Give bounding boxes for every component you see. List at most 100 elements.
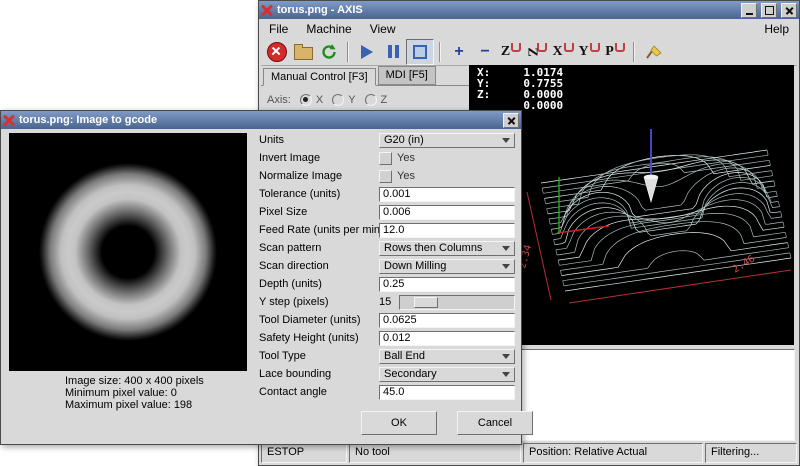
row-safety-height: Safety Height (units) [259, 329, 515, 347]
run-icon [361, 45, 373, 59]
dropdown-arrow-icon [502, 354, 510, 363]
zoom-out-icon: − [480, 44, 489, 60]
axis-toolbar: + − Z Z X Y P [261, 38, 797, 66]
radio-axis-x-label: X [316, 94, 323, 106]
menu-view[interactable]: View [370, 22, 396, 36]
image-info-min: Minimum pixel value: 0 [65, 387, 247, 399]
view-y-button[interactable]: Y [576, 40, 602, 64]
cancel-button[interactable]: Cancel [457, 411, 533, 435]
units-select[interactable]: G20 (in) [379, 133, 515, 148]
open-file-button[interactable] [290, 40, 316, 64]
magnet-icon [564, 43, 574, 52]
axis-titlebar[interactable]: torus.png - AXIS [259, 1, 799, 19]
tool-cone-top [644, 175, 658, 180]
depth-input[interactable] [379, 277, 515, 292]
maximize-button[interactable] [761, 3, 777, 18]
row-units: Units G20 (in) [259, 131, 515, 149]
toolbar-separator [439, 42, 441, 62]
scan-direction-label: Scan direction [259, 260, 377, 272]
torus-image [9, 133, 247, 371]
view-y-icon: Y [578, 44, 588, 60]
normalize-image-checkbox[interactable] [379, 170, 392, 183]
dro-readout: X: 1.0174 Y: 0.7755 Z: 0.0000 0.0000 [477, 67, 563, 111]
dialog-title: torus.png: Image to gcode [19, 114, 499, 126]
stop-icon [413, 45, 427, 59]
y-step-value: 15 [379, 296, 399, 308]
row-tolerance: Tolerance (units) [259, 185, 515, 203]
dropdown-arrow-icon [502, 138, 510, 147]
row-depth: Depth (units) [259, 275, 515, 293]
row-scan-pattern: Scan pattern Rows then Columns [259, 239, 515, 257]
run-button[interactable] [354, 40, 380, 64]
tab-manual-control[interactable]: Manual Control [F3] [263, 68, 376, 86]
view-x-icon: X [552, 44, 562, 60]
pixel-size-input[interactable] [379, 205, 515, 220]
dropdown-arrow-icon [502, 372, 510, 381]
axis-select-row: Axis: X Y Z [267, 94, 469, 106]
status-estop: ESTOP [261, 443, 347, 463]
slider-handle[interactable] [414, 297, 438, 308]
estop-icon [267, 42, 287, 62]
view-z-rotated-button[interactable]: Z [524, 40, 550, 64]
magnet-icon [511, 43, 521, 52]
y-step-slider[interactable] [399, 295, 515, 310]
tool-type-label: Tool Type [259, 350, 377, 362]
lace-bounding-label: Lace bounding [259, 368, 377, 380]
contact-angle-input[interactable] [379, 385, 515, 400]
row-lace-bounding: Lace bounding Secondary [259, 365, 515, 383]
image-info-max: Maximum pixel value: 198 [65, 399, 247, 411]
row-scan-direction: Scan direction Down Milling [259, 257, 515, 275]
view-x-button[interactable]: X [550, 40, 576, 64]
radio-axis-x[interactable] [300, 94, 312, 106]
scan-pattern-value: Rows then Columns [384, 242, 502, 254]
pause-button[interactable] [380, 40, 406, 64]
panel-tabs: Manual Control [F3] MDI [F5] [261, 65, 469, 86]
lace-bounding-value: Secondary [384, 368, 502, 380]
view-z-rotated-icon: Z [524, 47, 540, 56]
pause-icon [388, 45, 399, 58]
menu-machine[interactable]: Machine [306, 22, 351, 36]
tolerance-input[interactable] [379, 187, 515, 202]
radio-axis-y[interactable] [332, 94, 344, 106]
view-perspective-button[interactable]: P [602, 40, 628, 64]
estop-button[interactable] [264, 40, 290, 64]
row-y-step: Y step (pixels) 15 [259, 293, 515, 311]
dialog-close-button[interactable] [503, 113, 519, 128]
reload-button[interactable] [316, 40, 342, 64]
status-tool: No tool [349, 443, 521, 463]
lace-bounding-select[interactable]: Secondary [379, 367, 515, 382]
magnet-icon [615, 43, 625, 52]
tool-type-select[interactable]: Ball End [379, 349, 515, 364]
scan-pattern-label: Scan pattern [259, 242, 377, 254]
invert-image-checkbox[interactable] [379, 152, 392, 165]
feed-rate-input[interactable] [379, 223, 515, 238]
magnet-icon [590, 43, 600, 52]
axis-statusbar: ESTOP No tool Position: Relative Actual … [261, 443, 797, 463]
scan-direction-select[interactable]: Down Milling [379, 259, 515, 274]
dialog-titlebar[interactable]: torus.png: Image to gcode [1, 111, 521, 129]
normalize-image-check-label: Yes [397, 170, 415, 182]
menu-file[interactable]: File [269, 22, 288, 36]
close-button[interactable] [781, 3, 797, 18]
view-z-button[interactable]: Z [498, 40, 524, 64]
scan-pattern-select[interactable]: Rows then Columns [379, 241, 515, 256]
zoom-out-button[interactable]: − [472, 40, 498, 64]
tool-diameter-input[interactable] [379, 313, 515, 328]
row-tool-diameter: Tool Diameter (units) [259, 311, 515, 329]
toolbar-separator [347, 42, 349, 62]
ok-button[interactable]: OK [361, 411, 437, 435]
clear-plot-button[interactable] [640, 40, 666, 64]
toolpath-lines [541, 150, 791, 291]
row-invert-image: Invert Image Yes [259, 149, 515, 167]
radio-axis-z[interactable] [365, 94, 377, 106]
minimize-button[interactable] [741, 3, 757, 18]
stop-button[interactable] [406, 39, 434, 65]
axis-window-title: torus.png - AXIS [277, 4, 737, 16]
status-position: Position: Relative Actual [523, 443, 703, 463]
tab-mdi[interactable]: MDI [F5] [378, 66, 436, 85]
zoom-in-button[interactable]: + [446, 40, 472, 64]
menu-help[interactable]: Help [764, 22, 789, 36]
safety-height-input[interactable] [379, 331, 515, 346]
row-normalize-image: Normalize Image Yes [259, 167, 515, 185]
safety-height-label: Safety Height (units) [259, 332, 377, 344]
